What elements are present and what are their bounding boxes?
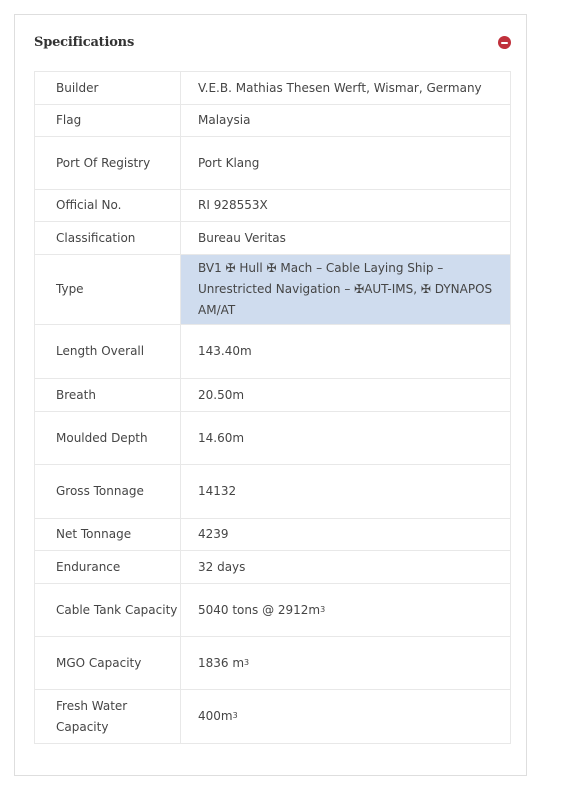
spec-label: MGO Capacity bbox=[34, 636, 181, 690]
spec-label: Endurance bbox=[34, 550, 181, 584]
panel-header: Specifications bbox=[15, 15, 526, 71]
spec-label: Breath bbox=[34, 378, 181, 412]
spec-value: 143.40m bbox=[180, 324, 511, 379]
spec-value: RI 928553X bbox=[180, 189, 511, 222]
spec-value-text: 1836 m bbox=[198, 655, 245, 670]
spec-value: 5040 tons @ 2912m3 bbox=[180, 583, 511, 637]
spec-label: Net Tonnage bbox=[34, 518, 181, 551]
spec-label: Builder bbox=[34, 71, 181, 105]
spec-value: 400m3 bbox=[180, 689, 511, 744]
spec-value: 14132 bbox=[180, 464, 511, 519]
spec-label: Moulded Depth bbox=[34, 411, 181, 465]
spec-label: Flag bbox=[34, 104, 181, 137]
table-row: Net Tonnage 4239 bbox=[34, 518, 511, 551]
table-row: MGO Capacity 1836 m3 bbox=[34, 636, 511, 690]
spec-value-text: 5040 tons @ 2912m bbox=[198, 602, 321, 617]
spec-label: Gross Tonnage bbox=[34, 464, 181, 519]
spec-value: 4239 bbox=[180, 518, 511, 551]
spec-label: Length Overall bbox=[34, 324, 181, 379]
table-row: Breath 20.50m bbox=[34, 378, 511, 412]
table-row: Length Overall 143.40m bbox=[34, 324, 511, 379]
table-row: Builder V.E.B. Mathias Thesen Werft, Wis… bbox=[34, 71, 511, 105]
superscript: 3 bbox=[320, 604, 326, 614]
table-row: Gross Tonnage 14132 bbox=[34, 464, 511, 519]
table-row: Cable Tank Capacity 5040 tons @ 2912m3 bbox=[34, 583, 511, 637]
spec-value: V.E.B. Mathias Thesen Werft, Wismar, Ger… bbox=[180, 71, 511, 105]
spec-value: 14.60m bbox=[180, 411, 511, 465]
spec-label: Cable Tank Capacity bbox=[34, 583, 181, 637]
spec-value: 32 days bbox=[180, 550, 511, 584]
spec-value-text: 400m bbox=[198, 709, 233, 723]
spec-label: Official No. bbox=[34, 189, 181, 222]
spec-value: Port Klang bbox=[180, 136, 511, 190]
panel-title: Specifications bbox=[34, 35, 135, 50]
spec-value: Malaysia bbox=[180, 104, 511, 137]
minus-circle-icon[interactable] bbox=[498, 36, 511, 49]
table-row: Fresh Water Capacity 400m3 bbox=[34, 689, 511, 744]
spec-value: 20.50m bbox=[180, 378, 511, 412]
table-row: Moulded Depth 14.60m bbox=[34, 411, 511, 465]
spec-label: Fresh Water Capacity bbox=[34, 689, 181, 744]
table-row: Port Of Registry Port Klang bbox=[34, 136, 511, 190]
table-row: Type BV1 ✠ Hull ✠ Mach – Cable Laying Sh… bbox=[34, 254, 511, 325]
superscript: 3 bbox=[244, 657, 250, 667]
spec-label: Type bbox=[34, 254, 181, 325]
superscript: 3 bbox=[232, 711, 238, 720]
spec-value-highlighted: BV1 ✠ Hull ✠ Mach – Cable Laying Ship – … bbox=[180, 254, 511, 325]
spec-label: Port Of Registry bbox=[34, 136, 181, 190]
specifications-table: Builder V.E.B. Mathias Thesen Werft, Wis… bbox=[34, 71, 511, 744]
table-row: Classification Bureau Veritas bbox=[34, 221, 511, 255]
table-row: Endurance 32 days bbox=[34, 550, 511, 584]
spec-label: Classification bbox=[34, 221, 181, 255]
table-row: Flag Malaysia bbox=[34, 104, 511, 137]
specifications-panel: Specifications Builder V.E.B. Mathias Th… bbox=[14, 14, 527, 776]
table-row: Official No. RI 928553X bbox=[34, 189, 511, 222]
spec-value: 1836 m3 bbox=[180, 636, 511, 690]
spec-value: Bureau Veritas bbox=[180, 221, 511, 255]
